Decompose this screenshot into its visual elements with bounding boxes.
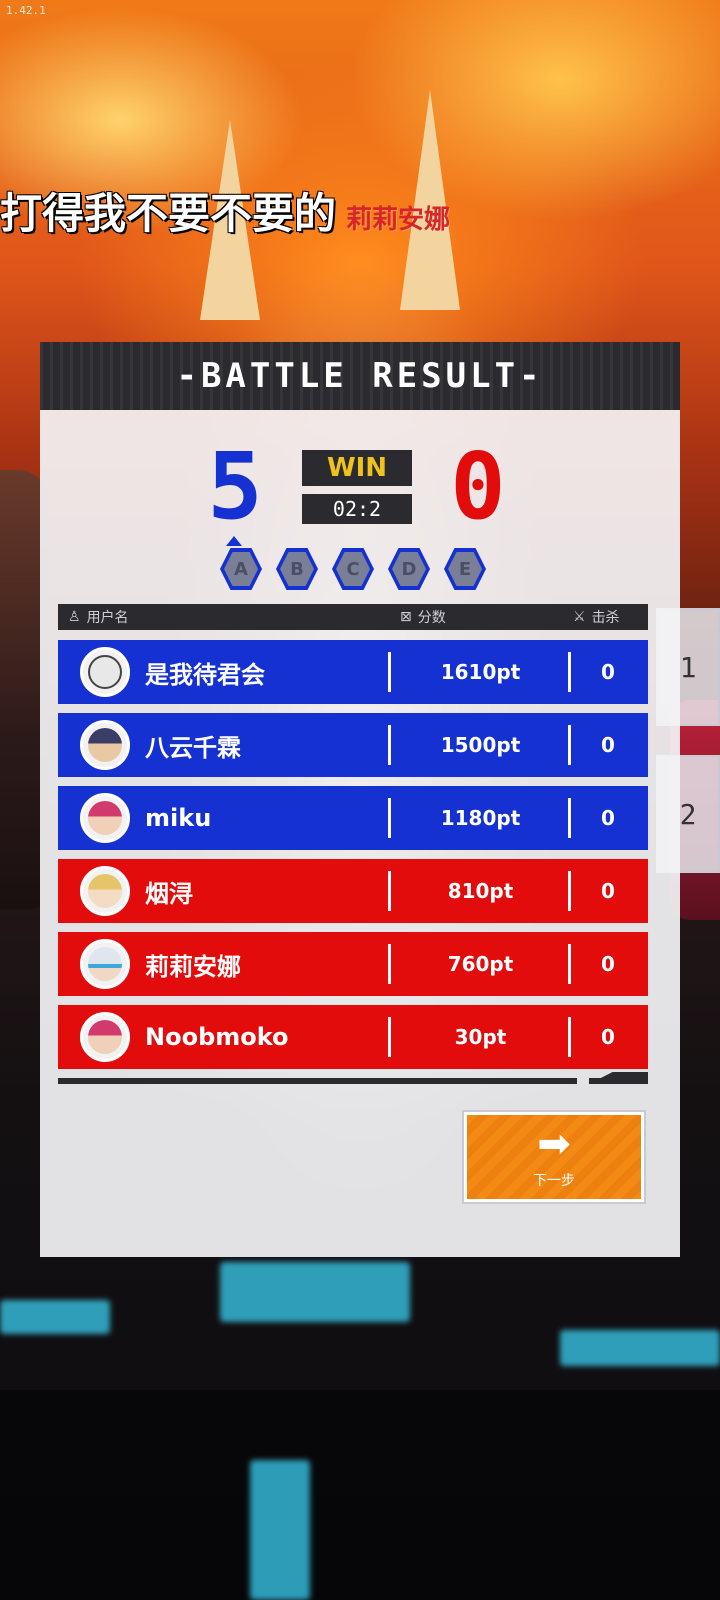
player-kills: 0 (601, 660, 615, 684)
kill-icon: ⚔ (573, 609, 586, 625)
player-row[interactable]: miku 1180pt 0 (58, 786, 648, 850)
danmaku-text: 打得我不要不要的 (0, 189, 337, 238)
player-points: 30pt (454, 1025, 507, 1049)
player-name: 八云千霖 (145, 733, 241, 762)
user-icon: ♙ (68, 609, 81, 625)
player-points: 810pt (447, 879, 514, 903)
grade-row: A B C D E (220, 548, 486, 590)
floor-light (560, 1330, 720, 1366)
skull-avatar-icon (80, 647, 130, 697)
arrow-right-icon: ➡ (537, 1121, 571, 1167)
column-divider (388, 944, 391, 984)
score-icon: ⊠ (400, 609, 412, 625)
player-points: 760pt (447, 952, 514, 976)
danmaku-user: 莉莉安娜 (346, 205, 451, 235)
grade-badge: D (388, 548, 430, 590)
blue-team-score: 5 (207, 433, 263, 540)
player-kills: 0 (601, 879, 615, 903)
player-points: 1180pt (440, 806, 521, 830)
floor-shadow (0, 1390, 720, 1600)
player-row[interactable]: 烟浔 810pt 0 (58, 859, 648, 923)
column-divider (568, 871, 571, 911)
player-row[interactable]: 莉莉安娜 760pt 0 (58, 932, 648, 996)
grade-badge: E (444, 548, 486, 590)
column-divider (388, 1017, 391, 1057)
grade-badge: A (220, 548, 262, 590)
column-divider (388, 652, 391, 692)
match-time: 02:2 (302, 494, 412, 524)
player-points: 1610pt (440, 660, 521, 684)
player-name: 是我待君会 (145, 660, 265, 689)
panel-header: -BATTLE RESULT- (40, 342, 680, 410)
dark-hair-avatar-icon (80, 720, 130, 770)
player-kills: 0 (601, 806, 615, 830)
player-points: 1500pt (440, 733, 521, 757)
column-kills: 击杀 (591, 610, 620, 626)
grade-badge: B (276, 548, 318, 590)
player-row[interactable]: Noobmoko 30pt 0 (58, 1005, 648, 1069)
table-header: ♙ 用户名 ⊠ 分数 ⚔ 击杀 (58, 604, 648, 630)
white-helmet-avatar-icon (80, 939, 130, 989)
column-divider (568, 944, 571, 984)
floor-light (0, 1300, 110, 1334)
pink-hair-avatar-icon (80, 793, 130, 843)
player-name: 莉莉安娜 (145, 952, 241, 981)
player-name: Noobmoko (145, 1023, 289, 1051)
floor-light (250, 1460, 310, 1600)
column-divider (388, 871, 391, 911)
player-name: miku (145, 804, 212, 832)
player-kills: 0 (601, 952, 615, 976)
column-divider (568, 652, 571, 692)
danmaku-comment: 打得我不要不要的 莉莉安娜 (0, 180, 450, 238)
player-kills: 0 (601, 1025, 615, 1049)
player-row[interactable]: 是我待君会 1610pt 0 (58, 640, 648, 704)
player-name: 烟浔 (145, 879, 193, 908)
pink-hair-avatar-icon (80, 1012, 130, 1062)
outcome-badge: WIN (302, 450, 412, 486)
panel-title: -BATTLE RESULT- (176, 356, 544, 396)
next-button-label: 下一步 (533, 1173, 575, 1189)
player-kills: 0 (601, 733, 615, 757)
blonde-avatar-icon (80, 866, 130, 916)
column-divider (388, 725, 391, 765)
player-list: 是我待君会 1610pt 0 八云千霖 1500pt 0 miku 1180pt… (58, 640, 648, 1078)
red-team-score: 0 (450, 433, 506, 540)
column-divider (568, 1017, 571, 1057)
next-button[interactable]: ➡ 下一步 (462, 1110, 646, 1204)
column-user: 用户名 (86, 610, 129, 626)
battle-result-panel: -BATTLE RESULT- 5 WIN 02:2 0 A B C D E ♙… (40, 342, 680, 1257)
player-row[interactable]: 八云千霖 1500pt 0 (58, 713, 648, 777)
my-team-marker-icon (226, 536, 242, 546)
column-divider (568, 725, 571, 765)
column-divider (388, 798, 391, 838)
version-label: 1.42.1 (6, 4, 46, 17)
grade-badge: C (332, 548, 374, 590)
column-score: 分数 (417, 610, 446, 626)
column-divider (568, 798, 571, 838)
